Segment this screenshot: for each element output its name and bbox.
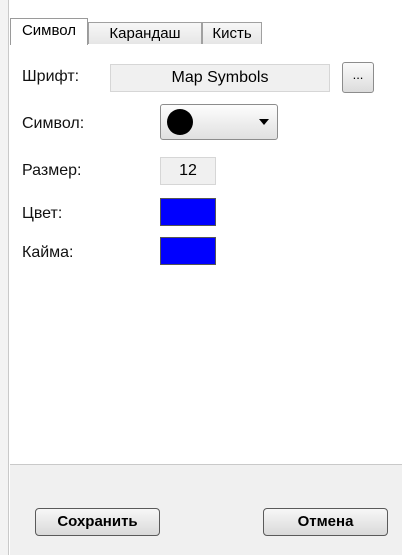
color-swatch[interactable]	[160, 198, 216, 226]
tab-brush[interactable]: Кисть	[202, 22, 262, 44]
size-field[interactable]: 12	[160, 157, 216, 185]
tab-symbol[interactable]: Символ	[10, 18, 88, 45]
save-button[interactable]: Сохранить	[35, 508, 160, 536]
cancel-button[interactable]: Отмена	[263, 508, 388, 536]
filled-circle-icon	[167, 109, 193, 135]
symbol-dialog: Символ Карандаш Кисть Шрифт: Map Symbols…	[0, 0, 402, 555]
font-label: Шрифт:	[22, 68, 80, 85]
border-color-swatch[interactable]	[160, 237, 216, 265]
color-label: Цвет:	[22, 205, 63, 222]
tab-pencil[interactable]: Карандаш	[88, 22, 202, 44]
border-label: Кайма:	[22, 244, 74, 261]
font-browse-button[interactable]: ...	[342, 62, 374, 93]
symbol-label: Символ:	[22, 115, 85, 132]
chevron-down-icon	[259, 119, 269, 125]
symbol-dropdown[interactable]	[160, 104, 278, 140]
window-left-edge	[0, 0, 9, 555]
font-field: Map Symbols	[110, 64, 330, 92]
size-label: Размер:	[22, 162, 82, 179]
